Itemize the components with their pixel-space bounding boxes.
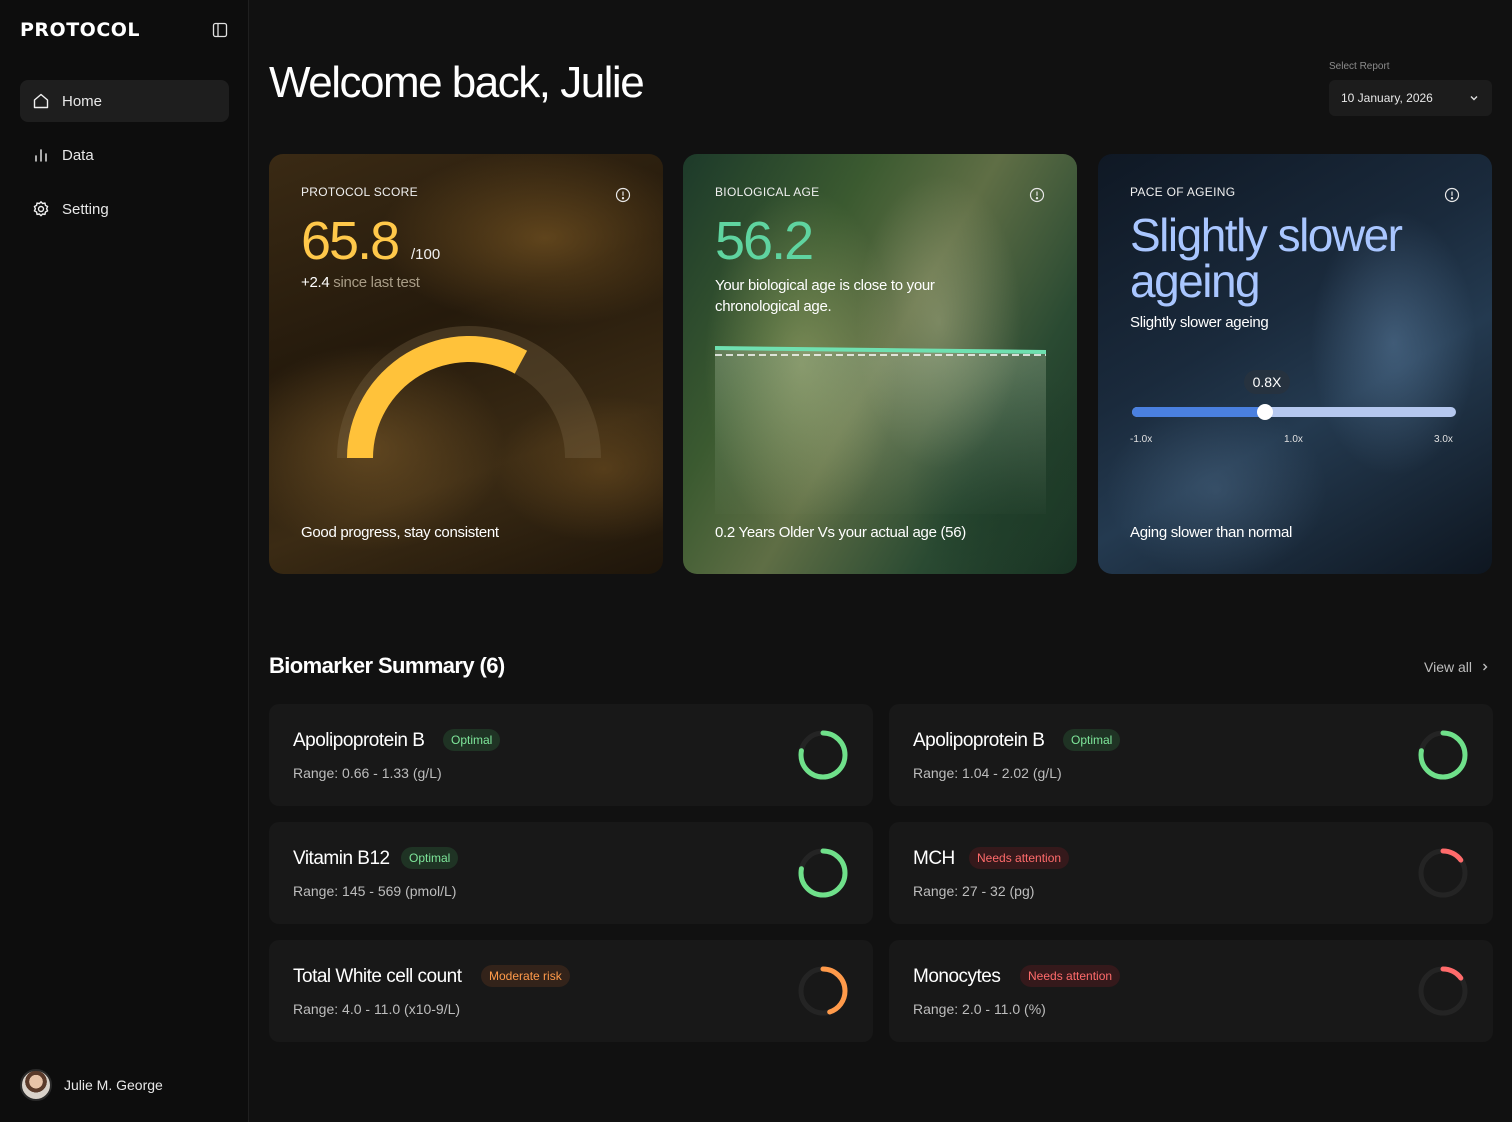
bar-chart-icon: [32, 146, 50, 164]
biomarker-name: Apolipoprotein B: [913, 730, 1045, 751]
sidebar-toggle-icon: [212, 22, 228, 38]
app-root: PROTOCOL Home Data Setting Julie M. Geor…: [0, 0, 1512, 1122]
biomarker-range: Range: 0.66 - 1.33 (g/L): [293, 765, 442, 781]
pace-tick-mid: 1.0x: [1284, 434, 1303, 445]
sidebar-nav: Home Data Setting: [20, 80, 229, 242]
card-footer: Good progress, stay consistent: [301, 524, 499, 541]
biomarker-level-ring: [1418, 848, 1468, 898]
biomarker-summary-title: Biomarker Summary (6): [269, 653, 505, 678]
chevron-right-icon: [1483, 663, 1488, 671]
status-badge: Optimal: [443, 729, 501, 751]
biomarker-range: Range: 27 - 32 (pg): [913, 883, 1035, 899]
biomarker-level-ring: [798, 848, 848, 898]
biomarker-name: Apolipoprotein B: [293, 730, 425, 751]
protocol-score-gauge: [337, 326, 601, 458]
biomarker-level-ring: [1418, 966, 1468, 1016]
pace-of-ageing-value: Slightly slower ageing: [1130, 209, 1403, 307]
user-name: Julie M. George: [64, 1077, 163, 1093]
page-title: Welcome back, Julie: [269, 58, 645, 107]
biomarker-name: MCH: [913, 848, 955, 869]
info-icon[interactable]: [615, 187, 631, 203]
report-select-value: 10 January, 2026: [1341, 91, 1433, 105]
biological-age-value: 56.2: [715, 211, 814, 271]
protocol-score-max: /100: [411, 246, 441, 263]
biomarker-name: Total White cell count: [293, 966, 462, 987]
biomarker-card[interactable]: Apolipoprotein B Optimal Range: 1.04 - 2…: [889, 704, 1493, 806]
pace-slider[interactable]: [1132, 404, 1456, 420]
card-footer: Aging slower than normal: [1130, 524, 1293, 541]
view-all-link[interactable]: View all: [1424, 659, 1490, 675]
status-badge: Needs attention: [1020, 965, 1121, 987]
sidebar-item-label: Data: [62, 146, 94, 164]
biological-age-description: Your biological age is close to your chr…: [715, 277, 935, 315]
report-select-label: Select Report: [1329, 61, 1390, 72]
app-logo[interactable]: PROTOCOL: [20, 19, 140, 41]
biomarker-range: Range: 4.0 - 11.0 (x10-9/L): [293, 1001, 461, 1017]
user-profile[interactable]: Julie M. George: [20, 1069, 163, 1101]
protocol-score-card[interactable]: PROTOCOL SCORE 65.8 /100 +2.4 since last…: [269, 154, 663, 574]
delta-value: +2.4: [301, 274, 330, 291]
protocol-score-value: 65.8: [301, 211, 400, 271]
biomarker-level-ring: [798, 966, 848, 1016]
bio-age-area: [715, 348, 1046, 514]
sidebar-item-data[interactable]: Data: [20, 134, 229, 176]
biological-age-card[interactable]: BIOLOGICAL AGE 56.2 Your biological age …: [683, 154, 1077, 574]
status-badge: Needs attention: [969, 847, 1070, 869]
status-badge: Optimal: [1063, 729, 1121, 751]
pace-slider-fill: [1132, 407, 1265, 417]
status-badge: Optimal: [401, 847, 459, 869]
biomarker-range: Range: 145 - 569 (pmol/L): [293, 883, 457, 899]
status-badge: Moderate risk: [481, 965, 570, 987]
biomarker-card[interactable]: Vitamin B12 Optimal Range: 145 - 569 (pm…: [269, 822, 873, 924]
pace-of-ageing-subtitle: Slightly slower ageing: [1130, 314, 1269, 331]
biomarker-level-ring: [1418, 730, 1468, 780]
sidebar-item-home[interactable]: Home: [20, 80, 229, 122]
home-icon: [32, 92, 50, 110]
card-label: PROTOCOL SCORE: [301, 185, 418, 199]
biomarker-name: Monocytes: [913, 966, 1001, 987]
avatar: [20, 1069, 52, 1101]
sidebar-item-setting[interactable]: Setting: [20, 188, 229, 230]
biomarker-card[interactable]: Total White cell count Moderate risk Ran…: [269, 940, 873, 1042]
protocol-score-delta: +2.4 since last test: [301, 274, 420, 291]
delta-suffix: since last test: [329, 274, 420, 291]
report-select[interactable]: 10 January, 2026: [1329, 80, 1492, 116]
biomarker-name: Vitamin B12: [293, 848, 390, 869]
sidebar: PROTOCOL Home Data Setting Julie M. Geor…: [0, 0, 249, 1122]
card-footer: 0.2 Years Older Vs your actual age (56): [715, 524, 966, 541]
biomarker-range: Range: 2.0 - 11.0 (%): [913, 1001, 1046, 1017]
card-label: BIOLOGICAL AGE: [715, 185, 820, 199]
biomarker-range: Range: 1.04 - 2.02 (g/L): [913, 765, 1062, 781]
card-label: PACE OF AGEING: [1130, 185, 1236, 199]
biomarker-card[interactable]: MCH Needs attention Range: 27 - 32 (pg): [889, 822, 1493, 924]
pace-slider-value-badge: 0.8X: [1244, 370, 1290, 394]
gauge-fill: [347, 335, 528, 458]
biomarker-card[interactable]: Monocytes Needs attention Range: 2.0 - 1…: [889, 940, 1493, 1042]
info-icon[interactable]: [1029, 187, 1045, 203]
sidebar-item-label: Home: [62, 92, 103, 110]
biomarker-card[interactable]: Apolipoprotein B Optimal Range: 0.66 - 1…: [269, 704, 873, 806]
pace-slider-thumb[interactable]: [1256, 404, 1273, 420]
view-all-label: View all: [1424, 659, 1472, 675]
biological-age-chart: [715, 346, 1046, 514]
pace-tick-max: 3.0x: [1434, 434, 1453, 445]
pace-tick-min: -1.0x: [1130, 434, 1153, 445]
chevron-down-icon: [1470, 96, 1478, 101]
pace-of-ageing-card[interactable]: PACE OF AGEING Slightly slower ageing Sl…: [1098, 154, 1492, 574]
sidebar-toggle-button[interactable]: [210, 20, 230, 40]
gear-icon: [32, 200, 50, 218]
info-icon[interactable]: [1444, 187, 1460, 203]
biomarker-level-ring: [798, 730, 848, 780]
sidebar-item-label: Setting: [62, 200, 109, 218]
